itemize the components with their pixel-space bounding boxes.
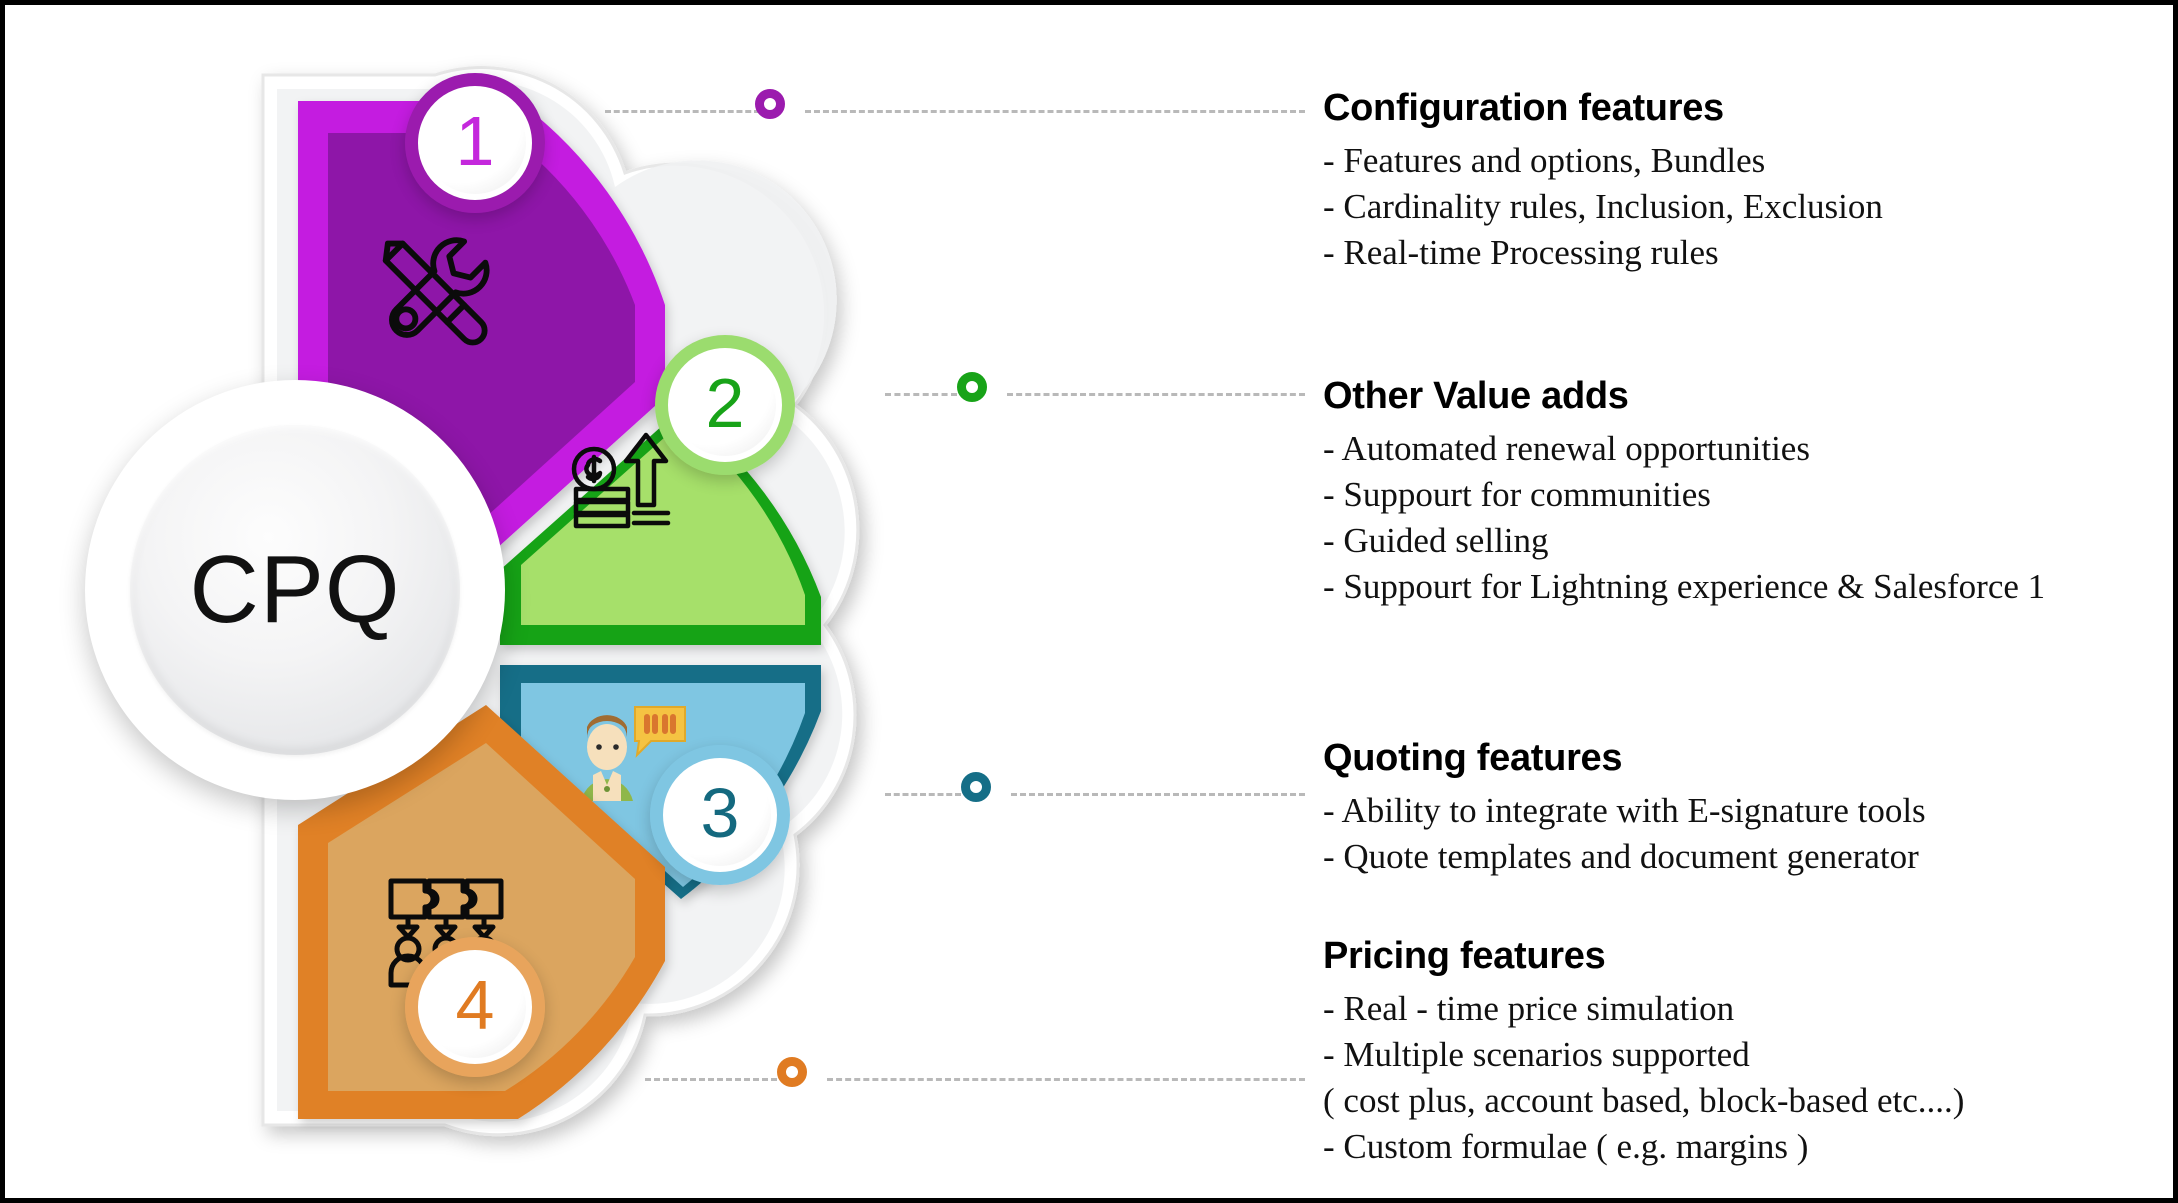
segment-number-4: 4 [455, 966, 495, 1044]
list-item: ( cost plus, account based, block-based … [1323, 1080, 1965, 1120]
segment-badge-1[interactable]: 1 [405, 73, 545, 213]
features-panel: Configuration features - Features and op… [1323, 5, 2173, 1198]
connector-2-ring [957, 372, 987, 402]
list-item: - Multiple scenarios supported [1323, 1034, 1750, 1074]
connector-4 [645, 1057, 1305, 1087]
list-item: - Suppourt for communities [1323, 474, 1711, 514]
list-item: - Cardinality rules, Inclusion, Exclusio… [1323, 186, 1883, 226]
segment-badge-2[interactable]: 2 [655, 335, 795, 475]
connector-2-line-left [885, 393, 957, 396]
connector-4-line-left [645, 1078, 777, 1081]
cpq-center-hub: CPQ [85, 380, 505, 800]
list-item: - Automated renewal opportunities [1323, 429, 1810, 468]
list-item: - Real - time price simulation [1323, 989, 1735, 1028]
connector-1-line-right [805, 110, 1305, 113]
list-item: - Real-time Processing rules [1323, 232, 1719, 272]
segment-number-1: 1 [455, 102, 495, 180]
feature-block-quoting: Quoting features - Ability to integrate … [1323, 737, 2173, 880]
block-list-quoting: - Ability to integrate with E-signature … [1323, 788, 2173, 880]
feature-block-pricing: Pricing features - Real - time price sim… [1323, 935, 2173, 1169]
block-title-configuration: Configuration features [1323, 87, 1724, 129]
list-item: - Quote templates and document generator [1323, 836, 1919, 876]
block-list-configuration: - Features and options, Bundles - Cardin… [1323, 138, 2173, 276]
segment-badge-4[interactable]: 4 [405, 937, 545, 1077]
connector-1 [605, 89, 1305, 119]
infographic-canvas: CPQ 1 2 3 4 Configuration features - Fea… [0, 0, 2178, 1203]
list-item: - Features and options, Bundles [1323, 141, 1766, 180]
cpq-inner-disc: CPQ [130, 425, 460, 755]
list-item: - Suppourt for Lightning experience & Sa… [1323, 566, 2046, 606]
connector-1-ring [755, 89, 785, 119]
list-item: - Guided selling [1323, 520, 1549, 560]
block-title-other-value-adds: Other Value adds [1323, 375, 1629, 417]
connector-1-line-left [605, 110, 760, 113]
connector-3 [885, 772, 1305, 802]
segment-badge-3[interactable]: 3 [650, 745, 790, 885]
connector-3-ring [961, 772, 991, 802]
connector-3-line-right [1011, 793, 1305, 796]
connector-4-ring [777, 1057, 807, 1087]
connector-4-line-right [827, 1078, 1305, 1081]
feature-block-other-value-adds: Other Value adds - Automated renewal opp… [1323, 375, 2173, 609]
segment-number-3: 3 [700, 774, 740, 852]
cpq-label: CPQ [189, 536, 401, 643]
feature-block-configuration: Configuration features - Features and op… [1323, 87, 2173, 276]
block-list-other-value-adds: - Automated renewal opportunities - Supp… [1323, 426, 2173, 609]
list-item: - Ability to integrate with E-signature … [1323, 791, 1926, 830]
block-title-pricing: Pricing features [1323, 935, 1606, 977]
connector-2-line-right [1007, 393, 1305, 396]
connector-2 [885, 372, 1305, 402]
block-title-quoting: Quoting features [1323, 737, 1623, 779]
cpq-wheel-diagram: CPQ 1 2 3 4 [5, 5, 1325, 1198]
list-item: - Custom formulae ( e.g. margins ) [1323, 1126, 1809, 1166]
connector-3-line-left [885, 793, 961, 796]
block-list-pricing: - Real - time price simulation - Multipl… [1323, 986, 2173, 1169]
segment-number-2: 2 [705, 364, 745, 442]
